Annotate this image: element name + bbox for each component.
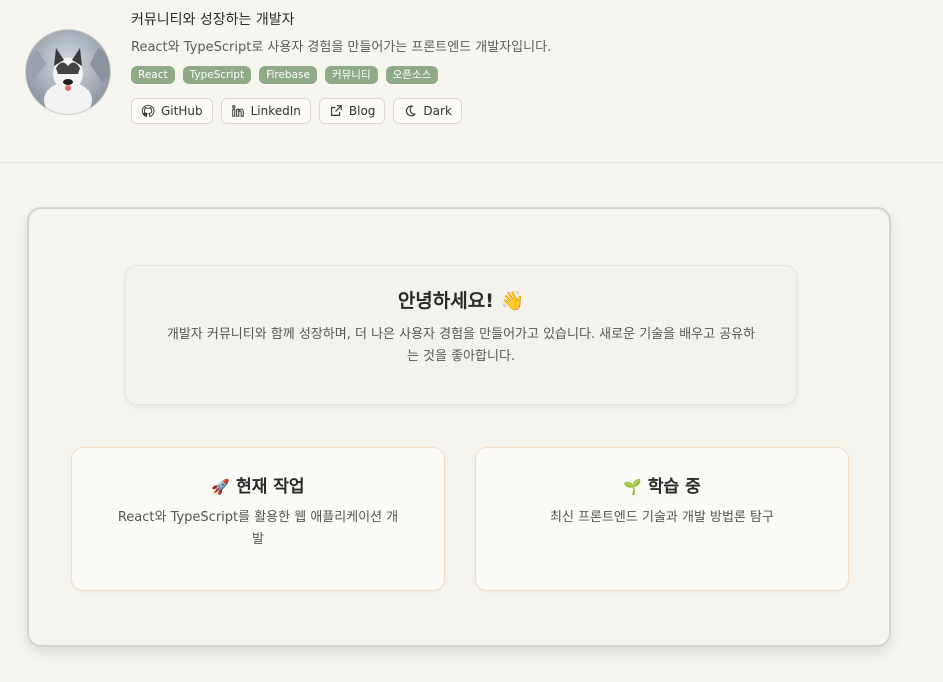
github-label: GitHub: [161, 104, 203, 118]
intro-card: 안녕하세요! 👋 개발자 커뮤니티와 함께 성장하며, 더 나은 사용자 경험을…: [125, 265, 797, 405]
profile-subtitle: React와 TypeScript로 사용자 경험을 만들어가는 프론트엔드 개…: [131, 40, 552, 55]
intro-body: 개발자 커뮤니티와 함께 성장하며, 더 나은 사용자 경험을 만들어가고 있습…: [166, 327, 756, 364]
linkedin-button[interactable]: LinkedIn: [220, 98, 311, 124]
profile-title: 커뮤니티와 성장하는 개발자: [131, 12, 295, 28]
blog-button[interactable]: Blog: [318, 98, 386, 124]
intro-heading: 안녕하세요! 👋: [397, 290, 525, 312]
profile-header: 커뮤니티와 성장하는 개발자 React와 TypeScript로 사용자 경험…: [0, 0, 943, 163]
avatar: [25, 29, 111, 115]
current-work-body: React와 TypeScript를 활용한 웹 애플리케이션 개발: [117, 510, 399, 547]
tag-list: React TypeScript Firebase 커뮤니티 오픈소스: [131, 66, 923, 84]
linkedin-icon: [231, 105, 244, 117]
blog-label: Blog: [348, 104, 376, 118]
current-work-title-text: 현재 작업: [236, 477, 305, 497]
learning-title-text: 학습 중: [647, 477, 701, 497]
rocket-icon: 🚀: [211, 478, 231, 496]
link-buttons: GitHub LinkedIn Blog Dark: [131, 98, 923, 124]
tag-typescript: TypeScript: [182, 66, 252, 84]
moon-icon: [406, 105, 417, 117]
current-work-title: 🚀 현재 작업: [72, 475, 444, 499]
tag-community: 커뮤니티: [324, 66, 378, 84]
github-icon: [141, 104, 155, 117]
dark-mode-label: Dark: [423, 104, 452, 118]
tag-opensource: 오픈소스: [385, 66, 439, 84]
seedling-icon: 🌱: [623, 478, 642, 496]
learning-title: 🌱 학습 중: [476, 475, 848, 499]
tag-firebase: Firebase: [259, 66, 317, 84]
dark-mode-button[interactable]: Dark: [393, 98, 462, 124]
github-button[interactable]: GitHub: [131, 98, 213, 124]
external-link-icon: [330, 105, 342, 116]
learning-card: 🌱 학습 중 최신 프론트엔드 기술과 개발 방법론 탐구: [475, 447, 849, 591]
linkedin-label: LinkedIn: [250, 104, 301, 118]
dog-photo-avatar: [26, 30, 110, 114]
current-work-card: 🚀 현재 작업 React와 TypeScript를 활용한 웹 애플리케이션 개…: [71, 447, 445, 591]
main-card: 안녕하세요! 👋 개발자 커뮤니티와 함께 성장하며, 더 나은 사용자 경험을…: [27, 207, 891, 647]
learning-body: 최신 프론트엔드 기술과 개발 방법론 탐구: [550, 510, 774, 525]
tag-react: React: [131, 66, 175, 84]
